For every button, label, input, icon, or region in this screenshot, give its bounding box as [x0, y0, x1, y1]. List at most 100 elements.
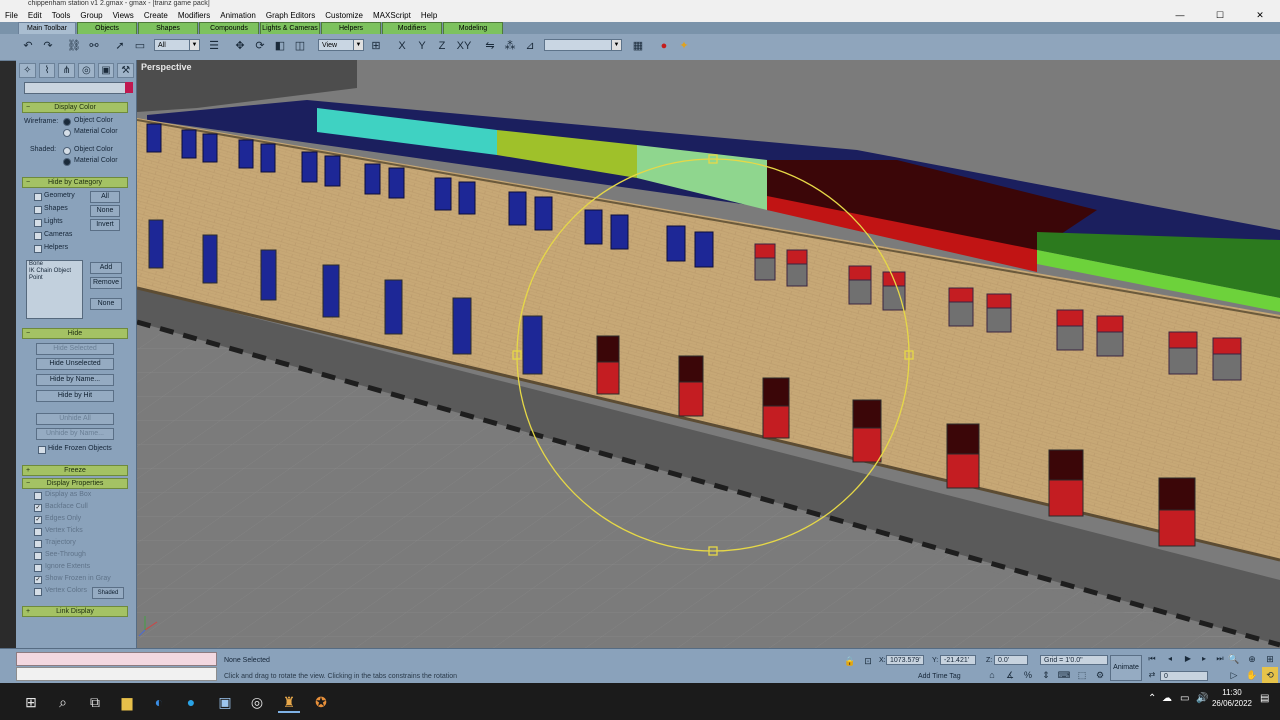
spinner-snap-icon[interactable]: ⇕	[1038, 667, 1054, 683]
lights-checkbox[interactable]	[34, 219, 42, 227]
rollout-display-color[interactable]: − Display Color	[22, 102, 128, 113]
category-list[interactable]: Bone IK Chain Object Point	[26, 260, 83, 319]
windows-start-icon[interactable]: ⊞	[20, 691, 42, 713]
reference-coord-dropdown[interactable]: View ▼	[318, 39, 364, 51]
go-to-start-icon[interactable]: ⏮	[1144, 651, 1160, 667]
object-name-field[interactable]	[24, 82, 126, 94]
array-icon[interactable]: ⁂	[502, 38, 518, 54]
hide-frozen-checkbox[interactable]	[38, 446, 46, 454]
menu-edit[interactable]: Edit	[23, 11, 47, 20]
rollout-hide[interactable]: − Hide	[22, 328, 128, 339]
edge-browser-icon[interactable]: ◐	[148, 691, 170, 713]
volume-icon[interactable]: 🔊	[1196, 693, 1208, 704]
tab-modifiers[interactable]: Modifiers	[382, 22, 442, 34]
hide-unselected-button[interactable]: Hide Unselected	[36, 358, 114, 370]
rotate-icon[interactable]: ⟳	[252, 38, 268, 54]
vertex-colors-shaded-button[interactable]: Shaded	[92, 587, 124, 599]
unhide-by-name-button[interactable]: Unhide by Name...	[36, 428, 114, 440]
menu-customize[interactable]: Customize	[320, 11, 368, 20]
maxscript-listener-output[interactable]	[16, 667, 217, 681]
display-property-checkbox[interactable]	[34, 492, 42, 500]
display-property-checkbox[interactable]: ✓	[34, 516, 42, 524]
category-list-none-button[interactable]: None	[90, 298, 122, 310]
pan-icon[interactable]: ✋	[1244, 667, 1260, 683]
display-property-checkbox[interactable]	[34, 588, 42, 596]
material-editor-icon[interactable]: ●	[656, 38, 672, 54]
category-all-button[interactable]: All	[90, 191, 120, 203]
keyboard-shortcut-icon[interactable]: ⌨	[1056, 667, 1072, 683]
photos-icon[interactable]: ▣	[214, 691, 236, 713]
category-invert-button[interactable]: Invert	[90, 219, 120, 231]
restrict-y-icon[interactable]: Y	[414, 38, 430, 54]
move-icon[interactable]: ✥	[232, 38, 248, 54]
restrict-z-icon[interactable]: Z	[434, 38, 450, 54]
wireframe-object-color-radio[interactable]	[63, 118, 71, 126]
rollout-freeze[interactable]: + Freeze	[22, 465, 128, 476]
next-frame-icon[interactable]: ▸	[1196, 651, 1212, 667]
hide-selected-button[interactable]: Hide Selected	[36, 343, 114, 355]
menu-modifiers[interactable]: Modifiers	[173, 11, 215, 20]
scale-icon[interactable]: ◧	[272, 38, 288, 54]
list-item[interactable]: IK Chain Object	[27, 268, 82, 275]
select-object-icon[interactable]: ➚	[112, 38, 128, 54]
menu-create[interactable]: Create	[139, 11, 173, 20]
minimize-button[interactable]: —	[1160, 8, 1200, 22]
tab-main-toolbar[interactable]: Main Toolbar	[18, 22, 76, 34]
align-icon[interactable]: ⊿	[522, 38, 538, 54]
shaded-material-color-radio[interactable]	[63, 158, 71, 166]
named-selection-dropdown[interactable]: ▼	[544, 39, 622, 51]
menu-group[interactable]: Group	[75, 11, 107, 20]
scale-flyout-icon[interactable]: ◫	[292, 38, 308, 54]
shapes-checkbox[interactable]	[34, 206, 42, 214]
helpers-checkbox[interactable]	[34, 245, 42, 253]
maxscript-listener-mini[interactable]	[16, 652, 217, 666]
zoom-extents-icon[interactable]: ⊞	[1262, 651, 1278, 667]
maximize-button[interactable]: ☐	[1200, 8, 1240, 22]
pivot-center-icon[interactable]: ⊞	[368, 38, 384, 54]
display-property-checkbox[interactable]	[34, 552, 42, 560]
tray-chevron-icon[interactable]: ⌃	[1148, 693, 1156, 704]
degradation-override-icon[interactable]: ⚙	[1092, 667, 1108, 683]
display-property-checkbox[interactable]: ✓	[34, 504, 42, 512]
display-property-checkbox[interactable]	[34, 564, 42, 572]
shaded-object-color-radio[interactable]	[63, 147, 71, 155]
display-property-checkbox[interactable]: ✓	[34, 576, 42, 584]
viewport-label[interactable]: Perspective	[141, 62, 192, 72]
list-item[interactable]: Bone	[27, 261, 82, 268]
zoom-all-icon[interactable]: ⊕	[1244, 651, 1260, 667]
network-icon[interactable]: ▭	[1180, 693, 1189, 704]
previous-frame-icon[interactable]: ◂	[1162, 651, 1178, 667]
cloud-icon[interactable]: ☁	[1162, 693, 1172, 704]
object-color-swatch[interactable]	[125, 82, 133, 93]
app-icon[interactable]: ●	[180, 691, 202, 713]
snap-toggle-icon[interactable]: ⌂	[984, 667, 1000, 683]
rollout-link-display[interactable]: + Link Display	[22, 606, 128, 617]
display-tab-icon[interactable]: ▣	[97, 63, 115, 78]
category-none-button[interactable]: None	[90, 205, 120, 217]
menu-tools[interactable]: Tools	[47, 11, 76, 20]
display-property-checkbox[interactable]	[34, 528, 42, 536]
key-mode-icon[interactable]: ⇄	[1144, 667, 1160, 683]
menu-maxscript[interactable]: MAXScript	[368, 11, 416, 20]
current-frame-field[interactable]: 0	[1160, 671, 1208, 681]
tab-objects[interactable]: Objects	[77, 22, 137, 34]
list-item[interactable]: Point	[27, 275, 82, 282]
hierarchy-tab-icon[interactable]: ⋔	[58, 63, 76, 78]
motion-tab-icon[interactable]: ◎	[78, 63, 95, 78]
category-add-button[interactable]: Add	[90, 262, 122, 274]
tab-helpers[interactable]: Helpers	[321, 22, 381, 34]
unhide-all-button[interactable]: Unhide All	[36, 413, 114, 425]
play-icon[interactable]: ▶	[1180, 651, 1196, 667]
rollout-display-properties[interactable]: − Display Properties	[22, 478, 128, 489]
y-coordinate-field[interactable]: -21.421'	[940, 655, 976, 665]
crossing-selection-icon[interactable]: ⬚	[1074, 667, 1090, 683]
add-time-tag[interactable]: Add Time Tag	[918, 673, 961, 680]
chrome-icon[interactable]: ◎	[246, 691, 268, 713]
gmax-taskbar-icon[interactable]: ♜	[278, 691, 300, 713]
display-property-checkbox[interactable]	[34, 540, 42, 548]
rollout-hide-by-category[interactable]: − Hide by Category	[22, 177, 128, 188]
x-coordinate-field[interactable]: 1073.579'	[886, 655, 924, 665]
menu-file[interactable]: File	[0, 11, 23, 20]
utilities-tab-icon[interactable]: ⚒	[117, 63, 135, 78]
arc-rotate-icon[interactable]: ⟲	[1262, 667, 1278, 683]
